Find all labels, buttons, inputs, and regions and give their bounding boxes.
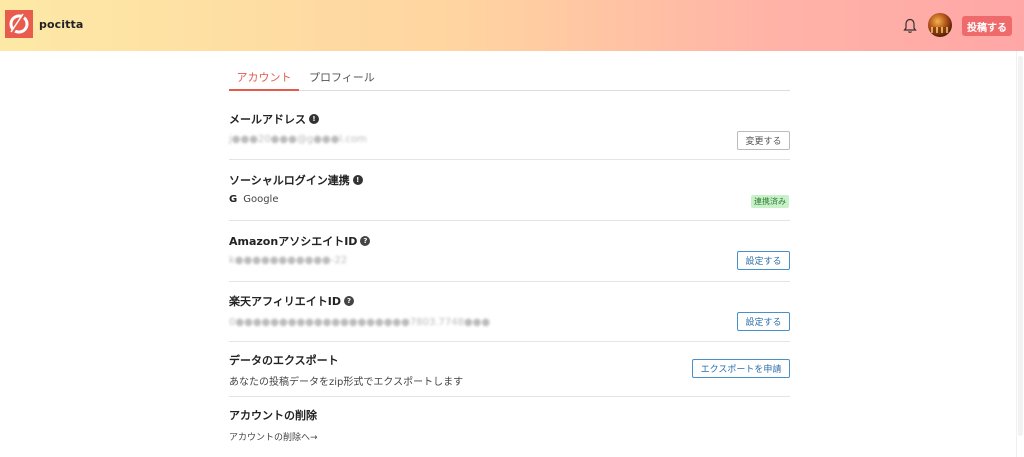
set-amazon-id-button[interactable]: 設定する [737, 251, 790, 270]
help-icon[interactable]: ? [344, 296, 355, 306]
notification-bell-icon[interactable] [903, 18, 917, 34]
change-email-button[interactable]: 変更する [737, 131, 790, 150]
linked-status-badge: 連携済み [751, 195, 789, 208]
amazon-section: AmazonアソシエイトID ? k●●●●●●●●●●●-22 設定する [229, 221, 790, 282]
google-provider: G Google [229, 194, 278, 205]
rakuten-id-value: 0●●●●●●●●●●●●●●●●●●●●7803.7748●●● [229, 317, 491, 328]
delete-account-section: アカウントの削除 アカウントの削除へ→ [229, 397, 790, 457]
google-icon: G [229, 194, 238, 205]
rakuten-section: 楽天アフィリエイトID ? 0●●●●●●●●●●●●●●●●●●●●7803.… [229, 282, 790, 342]
logo-glyph [9, 13, 29, 34]
delete-account-title: アカウントの削除 [229, 409, 317, 422]
export-section: データのエクスポート あなたの投稿データをzip形式でエクスポートします エクス… [229, 342, 790, 397]
request-export-button[interactable]: エクスポートを申請 [692, 359, 790, 378]
amazon-id-value: k●●●●●●●●●●●-22 [229, 255, 348, 266]
brand-name[interactable]: pocitta [39, 18, 83, 31]
export-title: データのエクスポート [229, 354, 339, 367]
google-provider-label: Google [243, 194, 279, 205]
scrollbar-thumb[interactable] [1018, 56, 1023, 436]
set-rakuten-id-button[interactable]: 設定する [737, 312, 790, 331]
amazon-title: AmazonアソシエイトID [229, 235, 358, 248]
rakuten-title: 楽天アフィリエイトID [229, 295, 342, 308]
social-login-title: ソーシャルログイン連携 [229, 174, 350, 187]
settings-tabs: アカウント プロフィール [229, 66, 790, 91]
email-section: メールアドレス ! j●●●20●●●@g●●●l.com 変更する [229, 100, 790, 160]
help-icon[interactable]: ? [360, 236, 371, 246]
email-title: メールアドレス [229, 113, 306, 126]
tab-profile[interactable]: プロフィール [309, 69, 375, 91]
user-avatar[interactable] [928, 13, 952, 37]
logo-icon[interactable] [5, 10, 33, 38]
export-description: あなたの投稿データをzip形式でエクスポートします [229, 377, 464, 388]
post-button[interactable]: 投稿する [962, 16, 1012, 36]
info-icon[interactable]: ! [352, 175, 363, 185]
email-value: j●●●20●●●@g●●●l.com [229, 134, 367, 145]
delete-account-link[interactable]: アカウントの削除へ→ [229, 430, 318, 443]
info-icon[interactable]: ! [309, 114, 319, 124]
social-login-section: ソーシャルログイン連携 ! G Google 連携済み [229, 160, 790, 221]
tab-account[interactable]: アカウント [229, 69, 299, 91]
top-bar: pocitta 投稿する [0, 0, 1024, 51]
